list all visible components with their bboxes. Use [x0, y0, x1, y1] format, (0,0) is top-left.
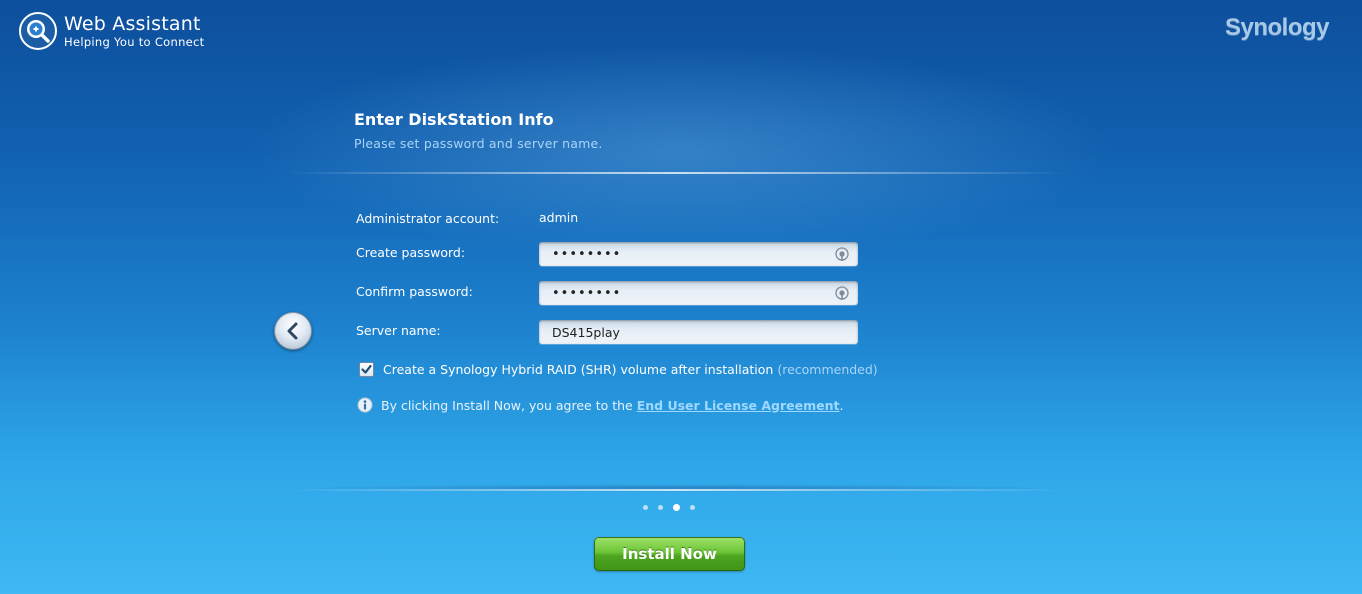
reveal-password-icon[interactable]	[835, 247, 849, 261]
step-dot	[643, 505, 648, 510]
app-title: Web Assistant	[64, 13, 201, 35]
web-assistant-magnifier-icon	[19, 12, 57, 50]
top-divider	[286, 172, 1066, 174]
page-subtitle: Please set password and server name.	[354, 136, 603, 151]
shr-checkbox[interactable]	[359, 362, 374, 377]
shr-recommended-note: (recommended)	[777, 362, 878, 377]
step-dot	[658, 505, 663, 510]
eula-prefix: By clicking Install Now, you agree to th…	[381, 397, 633, 413]
page-title: Enter DiskStation Info	[354, 110, 554, 129]
brand-logo: Synology	[1224, 14, 1330, 41]
shr-option: Create a Synology Hybrid RAID (SHR) volu…	[359, 362, 878, 377]
eula-notice: By clicking Install Now, you agree to th…	[357, 397, 843, 413]
shr-option-label[interactable]: Create a Synology Hybrid RAID (SHR) volu…	[383, 362, 773, 377]
page-heading: Enter DiskStation Info Please set passwo…	[354, 110, 603, 151]
step-dot	[690, 505, 695, 510]
confirm-password-input[interactable]	[539, 281, 858, 305]
back-button[interactable]	[274, 312, 312, 350]
admin-account-label: Administrator account:	[356, 211, 500, 226]
app-subtitle: Helping You to Connect	[64, 35, 205, 49]
create-password-input[interactable]	[539, 242, 858, 266]
chevron-left-icon	[287, 322, 298, 340]
confirm-password-field	[539, 281, 858, 305]
create-password-field	[539, 242, 858, 266]
checkmark-icon	[361, 364, 372, 374]
eula-link[interactable]: End User License Agreement	[637, 398, 840, 413]
admin-account-value: admin	[539, 210, 579, 225]
info-icon	[357, 397, 373, 413]
eula-suffix: .	[839, 397, 844, 413]
reveal-password-icon[interactable]	[835, 286, 849, 300]
step-dot	[673, 504, 680, 511]
step-indicator	[643, 504, 705, 511]
app-logo: Web Assistant Helping You to Connect	[19, 12, 204, 50]
install-now-button[interactable]: Install Now	[594, 537, 745, 571]
bottom-divider	[286, 489, 1066, 491]
server-name-field	[539, 320, 858, 344]
confirm-password-label: Confirm password:	[356, 284, 473, 299]
server-name-label: Server name:	[356, 323, 441, 338]
create-password-label: Create password:	[356, 245, 466, 260]
server-name-input[interactable]	[539, 320, 858, 344]
